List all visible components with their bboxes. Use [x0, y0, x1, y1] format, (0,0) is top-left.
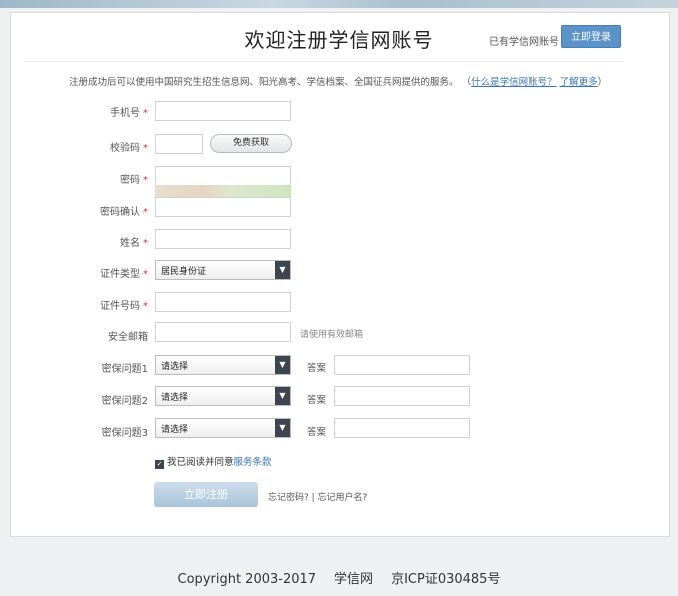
- what-is-account-link[interactable]: 什么是学信网账号？: [471, 77, 557, 88]
- security-question-3-value: 请选择: [161, 425, 189, 435]
- answer-3-label: 答案: [307, 427, 327, 438]
- security-question-3-select[interactable]: 请选择 ▼: [155, 418, 291, 438]
- id-type-value: 居民身份证: [161, 267, 207, 277]
- password-label: 密码 *: [0, 171, 148, 186]
- required-mark: *: [143, 143, 148, 154]
- code-input[interactable]: [155, 134, 203, 154]
- chevron-down-icon: ▼: [275, 356, 290, 374]
- security-question-1-value: 请选择: [161, 362, 189, 372]
- answer-3-input[interactable]: [334, 418, 470, 438]
- have-account-text: 已有学信网账号: [489, 37, 559, 48]
- chevron-down-icon: ▼: [275, 261, 290, 279]
- agree-row: ✓ 我已阅读并同意服务条款: [155, 454, 272, 469]
- register-button[interactable]: 立即注册: [154, 482, 258, 507]
- id-type-label: 证件类型 *: [0, 265, 148, 280]
- id-type-select[interactable]: 居民身份证 ▼: [155, 260, 291, 280]
- security-question-2-label: 密保问题2: [101, 396, 148, 407]
- code-label: 校验码 *: [0, 139, 148, 154]
- notice-paren-open: （: [461, 77, 472, 88]
- name-label: 姓名 *: [0, 234, 148, 249]
- id-number-label: 证件号码 *: [0, 297, 148, 312]
- required-mark: *: [143, 301, 148, 312]
- email-label: 安全邮箱: [108, 332, 148, 343]
- learn-more-link[interactable]: 了解更多: [560, 77, 598, 88]
- security-question-1-select[interactable]: 请选择 ▼: [155, 355, 291, 375]
- get-code-button[interactable]: 免费获取: [210, 134, 292, 153]
- password-label-text: 密码: [120, 175, 140, 186]
- answer-1-input[interactable]: [334, 355, 470, 375]
- security-question-3-label: 密保问题3: [101, 428, 148, 439]
- footer: Copyright 2003-2017 学信网 京ICP证030485号: [0, 568, 678, 587]
- required-mark: *: [143, 238, 148, 249]
- answer-1-label: 答案: [307, 363, 327, 374]
- terms-link[interactable]: 服务条款: [234, 457, 272, 468]
- icp-number: 京ICP证030485号: [391, 572, 501, 587]
- id-type-label-text: 证件类型: [100, 269, 140, 280]
- required-mark: *: [143, 175, 148, 186]
- password-confirm-input[interactable]: [155, 197, 291, 217]
- agree-text: 我已阅读并同意: [167, 457, 234, 468]
- footer-site-name: 学信网: [334, 572, 374, 587]
- security-question-2-select[interactable]: 请选择 ▼: [155, 386, 291, 406]
- password-confirm-label: 密码确认 *: [0, 203, 148, 218]
- id-number-label-text: 证件号码: [100, 301, 140, 312]
- notice-text: 注册成功后可以使用中国研究生招生信息网、阳光高考、学信档案、全国征兵网提供的服务…: [69, 77, 459, 88]
- forgot-links[interactable]: 忘记密码? | 忘记用户名?: [268, 490, 367, 503]
- password-input[interactable]: [155, 166, 291, 186]
- header-divider: [24, 61, 624, 62]
- chevron-down-icon: ▼: [275, 419, 290, 437]
- phone-label: 手机号 *: [0, 104, 148, 119]
- security-question-2-value: 请选择: [161, 393, 189, 403]
- password-confirm-label-text: 密码确认: [100, 207, 140, 218]
- email-input[interactable]: [155, 322, 291, 342]
- notice-paren-close: ）: [597, 77, 608, 88]
- security-question-1-label: 密保问题1: [101, 364, 148, 375]
- password-strength-bar: [155, 185, 291, 197]
- name-label-text: 姓名: [120, 238, 140, 249]
- service-notice: 注册成功后可以使用中国研究生招生信息网、阳光高考、学信档案、全国征兵网提供的服务…: [69, 74, 607, 88]
- required-mark: *: [143, 207, 148, 218]
- answer-2-label: 答案: [307, 395, 327, 406]
- phone-label-text: 手机号: [110, 108, 140, 119]
- chevron-down-icon: ▼: [275, 387, 290, 405]
- phone-input[interactable]: [155, 101, 291, 121]
- top-banner-strip: [0, 0, 678, 8]
- code-label-text: 校验码: [110, 143, 140, 154]
- required-mark: *: [143, 108, 148, 119]
- email-hint: 请使用有效邮箱: [300, 330, 364, 340]
- copyright-text: Copyright 2003-2017: [177, 572, 317, 587]
- name-input[interactable]: [155, 229, 291, 249]
- agree-checkbox[interactable]: ✓: [155, 460, 164, 469]
- login-button[interactable]: 立即登录: [561, 25, 621, 48]
- answer-2-input[interactable]: [334, 386, 470, 406]
- required-mark: *: [143, 269, 148, 280]
- id-number-input[interactable]: [155, 292, 291, 312]
